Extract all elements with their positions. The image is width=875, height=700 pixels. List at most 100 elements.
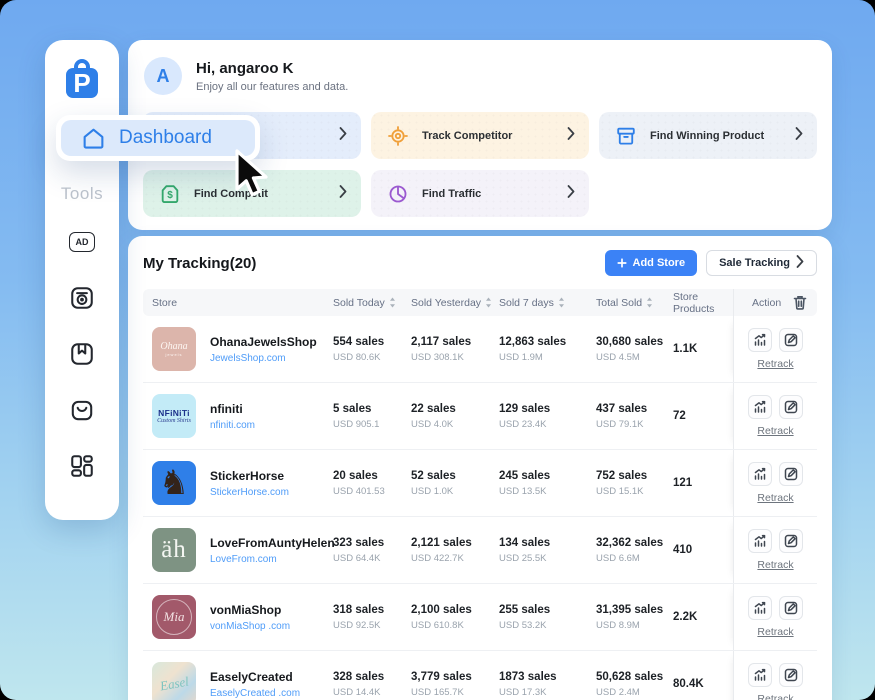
trash-icon[interactable] (793, 295, 807, 310)
sold-today-cell: 5 sales USD 905.1 (333, 403, 411, 430)
feature-card-find-competitor[interactable]: $ Find Competit (143, 170, 361, 217)
svg-text:$: $ (167, 190, 173, 201)
table-row: ♞ StickerHorse StickerHorse.com 20 sales… (143, 450, 817, 517)
edit-button[interactable] (779, 596, 803, 620)
store-logo-text: äh (161, 536, 187, 564)
table-row: äh LoveFromAuntyHelen LoveFrom.com 323 s… (143, 517, 817, 584)
sidebar-item-dashboard[interactable]: Dashboard (56, 115, 260, 161)
sidebar: P Tools AD (45, 40, 119, 520)
store-name: nfiniti (210, 402, 255, 416)
chevron-right-icon (567, 127, 575, 145)
store-cell: äh LoveFromAuntyHelen LoveFrom.com (143, 528, 333, 572)
action-cell: Retrack (733, 584, 817, 650)
table-body: Ohana jewels OhanaJewelsShop JewelsShop.… (143, 316, 817, 700)
column-header-action: Action (733, 289, 817, 316)
store-logo-text: Ohana (160, 341, 187, 352)
store-logo-text: Easel (158, 674, 189, 695)
sold-today-cell: 20 sales USD 401.53 (333, 470, 411, 497)
table-row: NFiNiTi Custom Shirts nfiniti nfiniti.co… (143, 383, 817, 450)
sold-yesterday-cell: 22 sales USD 4.0K (411, 403, 499, 430)
sales-chart-button[interactable] (748, 328, 772, 352)
store-products-cell: 410 (673, 544, 733, 556)
edit-button[interactable] (779, 395, 803, 419)
store-logo: Easel (152, 662, 196, 700)
column-header-sold-today[interactable]: Sold Today (333, 297, 411, 309)
sales-chart-button[interactable] (748, 596, 772, 620)
product-tracker-icon[interactable] (68, 284, 96, 312)
edit-button[interactable] (779, 663, 803, 687)
store-logo-subtext: Custom Shirts (157, 418, 191, 424)
retrack-link[interactable]: Retrack (757, 425, 793, 437)
retrack-link[interactable]: Retrack (757, 358, 793, 370)
store-logo: Mia (152, 595, 196, 639)
sales-chart-button[interactable] (748, 529, 772, 553)
sold-yesterday-cell: 52 sales USD 1.0K (411, 470, 499, 497)
greeting-subtitle: Enjoy all our features and data. (196, 81, 348, 93)
feature-card-find-winning-product[interactable]: Find Winning Product (599, 112, 817, 159)
app-logo[interactable]: P (45, 54, 119, 102)
sold-yesterday-cell: 3,779 sales USD 165.7K (411, 671, 499, 698)
sales-chart-button[interactable] (748, 395, 772, 419)
store-name: StickerHorse (210, 469, 289, 483)
chevron-right-icon (796, 255, 804, 271)
sort-icon (558, 297, 565, 308)
ad-tool-icon[interactable]: AD (68, 228, 96, 256)
store-name: OhanaJewelsShop (210, 335, 317, 349)
apps-grid-icon[interactable] (68, 452, 96, 480)
store-domain-link[interactable]: nfiniti.com (210, 420, 255, 431)
feature-card-track-competitor[interactable]: Track Competitor (371, 112, 589, 159)
total-sold-cell: 31,395 sales USD 8.9M (596, 604, 673, 631)
retrack-link[interactable]: Retrack (757, 626, 793, 638)
target-icon (387, 125, 409, 147)
store-domain-link[interactable]: JewelsShop.com (210, 353, 317, 364)
store-tool-icon[interactable] (68, 396, 96, 424)
action-cell: Retrack (733, 517, 817, 583)
feature-card-find-traffic[interactable]: Find Traffic (371, 170, 589, 217)
column-header-total-sold[interactable]: Total Sold (596, 297, 673, 309)
column-header-sold-7-days[interactable]: Sold 7 days (499, 297, 596, 309)
sale-tracking-button[interactable]: Sale Tracking (706, 250, 817, 276)
total-sold-cell: 32,362 sales USD 6.6M (596, 537, 673, 564)
store-domain-link[interactable]: LoveFrom.com (210, 554, 333, 565)
sold-today-cell: 318 sales USD 92.5K (333, 604, 411, 631)
sold-7-days-cell: 129 sales USD 23.4K (499, 403, 596, 430)
sold-yesterday-cell: 2,121 sales USD 422.7K (411, 537, 499, 564)
product-box-icon (615, 125, 637, 147)
sidebar-nav: AD (45, 228, 119, 480)
column-header-store-products[interactable]: Store Products (673, 291, 733, 315)
store-name: vonMiaShop (210, 603, 290, 617)
store-domain-link[interactable]: EaselyCreated .com (210, 688, 300, 699)
retrack-link[interactable]: Retrack (757, 693, 793, 700)
shopping-bag-logo-icon: P (58, 54, 106, 102)
edit-button[interactable] (779, 529, 803, 553)
retrack-link[interactable]: Retrack (757, 492, 793, 504)
sold-yesterday-cell: 2,117 sales USD 308.1K (411, 336, 499, 363)
action-cell: Retrack (733, 316, 817, 382)
sold-today-cell: 328 sales USD 14.4K (333, 671, 411, 698)
app-window: P Tools AD Dashb (0, 0, 875, 700)
tools-section-label: Tools (45, 184, 119, 204)
add-store-button[interactable]: Add Store (605, 250, 698, 276)
sold-7-days-cell: 12,863 sales USD 1.9M (499, 336, 596, 363)
sales-chart-button[interactable] (748, 462, 772, 486)
column-header-sold-yesterday[interactable]: Sold Yesterday (411, 297, 499, 309)
store-products-cell: 121 (673, 477, 733, 489)
store-domain-link[interactable]: StickerHorse.com (210, 487, 289, 498)
edit-button[interactable] (779, 462, 803, 486)
dashboard-pill: Dashboard (61, 120, 255, 156)
sales-chart-button[interactable] (748, 663, 772, 687)
store-cell: ♞ StickerHorse StickerHorse.com (143, 461, 333, 505)
store-cell: Mia vonMiaShop vonMiaShop .com (143, 595, 333, 639)
store-domain-link[interactable]: vonMiaShop .com (210, 621, 290, 632)
store-cell: Ohana jewels OhanaJewelsShop JewelsShop.… (143, 327, 333, 371)
sort-icon (485, 297, 492, 308)
retrack-link[interactable]: Retrack (757, 559, 793, 571)
column-header-store[interactable]: Store (143, 297, 333, 309)
pie-chart-icon (387, 183, 409, 205)
tracking-title: My Tracking(20) (143, 255, 256, 272)
edit-button[interactable] (779, 328, 803, 352)
chevron-right-icon (567, 185, 575, 203)
bookmark-tool-icon[interactable] (68, 340, 96, 368)
sold-yesterday-cell: 2,100 sales USD 610.8K (411, 604, 499, 631)
chevron-right-icon (339, 185, 347, 203)
